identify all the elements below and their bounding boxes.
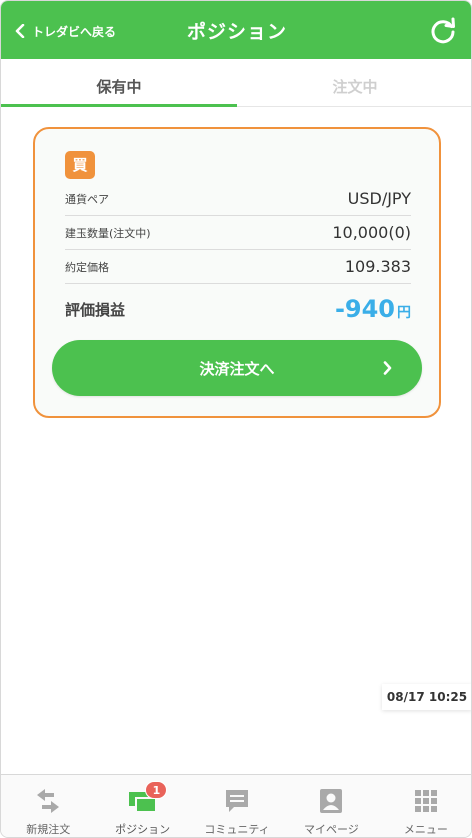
nav-mypage[interactable]: マイページ [284, 775, 378, 837]
settle-order-label: 決済注文へ [199, 359, 275, 378]
nav-menu-label: メニュー [403, 823, 448, 836]
nav-mypage-label: マイページ [304, 823, 359, 836]
swap-arrows-icon [37, 789, 60, 813]
tab-pending-orders[interactable]: 注文中 [237, 59, 471, 106]
currency-pair-label: 通貨ペア [65, 192, 109, 206]
nav-new-order-label: 新規注文 [26, 823, 71, 836]
refresh-icon[interactable] [429, 17, 457, 45]
nav-menu[interactable]: メニュー [379, 775, 471, 837]
page-title: ポジション [186, 21, 287, 43]
quantity-label: 建玉数量(注文中) [65, 226, 151, 240]
chevron-right-icon [383, 361, 392, 375]
execution-price-row: 約定価格 109.383 [65, 250, 411, 284]
nav-new-order[interactable]: 新規注文 [1, 775, 95, 837]
position-card: 買 通貨ペア USD/JPY 建玉数量(注文中) 10,000(0) 約定価格 … [33, 127, 441, 418]
tab-holding[interactable]: 保有中 [1, 59, 237, 107]
profile-icon [320, 789, 343, 813]
bottom-nav: 新規注文 1 ポジション コミュニティ マイページ メニュー [1, 774, 471, 837]
settle-order-button[interactable]: 決済注文へ [52, 340, 422, 396]
positions-count-badge: 1 [145, 781, 168, 799]
execution-price-label: 約定価格 [65, 260, 109, 274]
quantity-row: 建玉数量(注文中) 10,000(0) [65, 216, 411, 250]
nav-positions[interactable]: 1 ポジション [95, 775, 189, 837]
currency-pair-value: USD/JPY [347, 189, 411, 208]
header-bar: トレダビへ戻る ポジション [1, 1, 471, 59]
pnl-unit: 円 [397, 305, 411, 321]
nav-community-label: コミュニティ [204, 823, 270, 836]
pnl-row: 評価損益 -940 円 [65, 289, 411, 329]
app-frame: トレダビへ戻る ポジション 保有中 注文中 買 通貨ペア USD/JPY 建玉数… [0, 0, 472, 838]
chat-bubble-icon [226, 790, 249, 812]
quantity-value: 10,000(0) [332, 223, 411, 242]
position-tabs: 保有中 注文中 [1, 59, 471, 107]
execution-price-value: 109.383 [344, 257, 411, 276]
grid-menu-icon [414, 790, 437, 812]
nav-community[interactable]: コミュニティ [190, 775, 284, 837]
buy-badge: 買 [65, 151, 95, 179]
update-timestamp: 08/17 10:25 [382, 684, 471, 710]
currency-pair-row: 通貨ペア USD/JPY [65, 182, 411, 216]
pnl-value: -940 [334, 295, 395, 323]
pnl-label: 評価損益 [65, 300, 126, 319]
nav-positions-label: ポジション [115, 823, 171, 836]
pnl-amount: -940 円 [335, 295, 411, 323]
